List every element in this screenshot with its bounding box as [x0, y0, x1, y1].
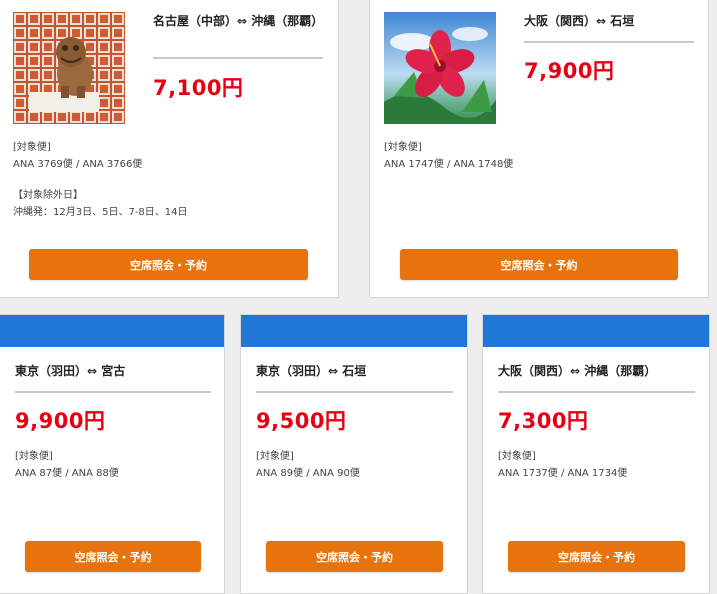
- route-title: 大阪（関西）⇔ 石垣: [524, 14, 635, 28]
- flights-text: ANA 3769便 / ANA 3766便: [13, 159, 143, 170]
- flights-label: [対象便]: [498, 451, 536, 462]
- divider: [153, 57, 323, 59]
- shisa-lion-statue-photo: [13, 12, 125, 124]
- divider: [498, 391, 695, 393]
- fare-card-tokyo-ishigaki: 東京（羽田）⇔ 石垣 9,500円 [対象便] ANA 89便 / ANA 90…: [240, 314, 468, 594]
- divider: [256, 391, 453, 393]
- route-title: 大阪（関西）⇔ 沖縄（那覇）: [498, 364, 657, 378]
- fare-card-osaka-ishigaki: 大阪（関西）⇔ 石垣 7,900円 [対象便] ANA 1747便 / ANA …: [369, 0, 709, 298]
- card-header-bar: [241, 315, 467, 347]
- excluded-dates-text: 沖縄発：12月3日、5日、7-8日、14日: [13, 207, 188, 218]
- flights-text: ANA 1737便 / ANA 1734便: [498, 468, 628, 479]
- flights-text: ANA 1747便 / ANA 1748便: [384, 159, 514, 170]
- card-header-bar: [0, 315, 224, 347]
- flights-text: ANA 87便 / ANA 88便: [15, 468, 119, 479]
- fare-price: 9,900円: [15, 409, 106, 433]
- fare-card-tokyo-miyako: 東京（羽田）⇔ 宮古 9,900円 [対象便] ANA 87便 / ANA 88…: [0, 314, 225, 594]
- route-title: 名古屋（中部）⇔ 沖縄（那覇）: [153, 14, 324, 28]
- flights-label: [対象便]: [15, 451, 53, 462]
- fare-price: 9,500円: [256, 409, 347, 433]
- fare-card-nagoya-okinawa: 名古屋（中部）⇔ 沖縄（那覇） 7,100円 [対象便] ANA 3769便 /…: [0, 0, 339, 298]
- route-title: 東京（羽田）⇔ 宮古: [15, 364, 126, 378]
- divider: [524, 41, 694, 43]
- excluded-dates-label: 【対象除外日】: [13, 190, 83, 201]
- seat-inquiry-button[interactable]: 空席照会・予約: [400, 249, 678, 280]
- flights-label: [対象便]: [256, 451, 294, 462]
- route-title: 東京（羽田）⇔ 石垣: [256, 364, 367, 378]
- seat-inquiry-button[interactable]: 空席照会・予約: [29, 249, 308, 280]
- card-header-bar: [483, 315, 709, 347]
- flights-label: [対象便]: [13, 142, 51, 153]
- fare-price: 7,100円: [153, 76, 244, 100]
- hibiscus-flower-photo: [384, 12, 496, 124]
- seat-inquiry-button[interactable]: 空席照会・予約: [508, 541, 685, 572]
- flights-label: [対象便]: [384, 142, 422, 153]
- seat-inquiry-button[interactable]: 空席照会・予約: [266, 541, 443, 572]
- flights-text: ANA 89便 / ANA 90便: [256, 468, 360, 479]
- fare-card-osaka-okinawa: 大阪（関西）⇔ 沖縄（那覇） 7,300円 [対象便] ANA 1737便 / …: [482, 314, 710, 594]
- fare-price: 7,300円: [498, 409, 589, 433]
- seat-inquiry-button[interactable]: 空席照会・予約: [25, 541, 201, 572]
- fare-price: 7,900円: [524, 59, 615, 83]
- divider: [15, 391, 211, 393]
